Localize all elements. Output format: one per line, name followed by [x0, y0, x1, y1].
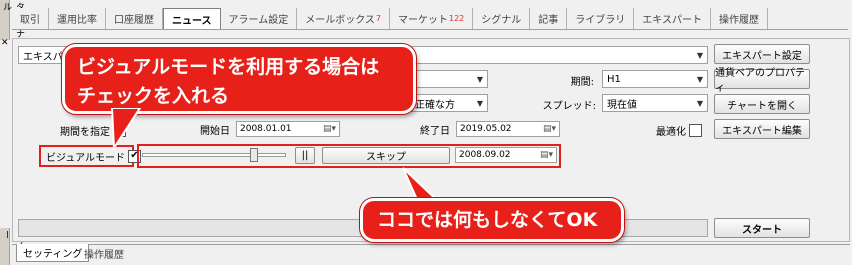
callout-ok-text: ココでは何もしなくてOK	[377, 209, 598, 231]
close-icon[interactable]: ✕	[1, 38, 9, 48]
tab-exposure[interactable]: 運用比率	[49, 8, 106, 29]
tab-experts[interactable]: エキスパート	[634, 8, 711, 29]
optimization-checkbox[interactable]	[689, 123, 702, 137]
spread-label: スプレッド:	[542, 100, 596, 112]
optimization-row: 最適化	[656, 123, 702, 138]
slider-thumb[interactable]	[250, 148, 258, 162]
callout-ok: ココでは何もしなくてOK	[360, 198, 624, 242]
end-date-label: 終了日	[420, 125, 450, 137]
symbol-properties-button[interactable]: 通貨ペアのプロパティ	[714, 68, 810, 94]
chevron-down-icon: ▼	[476, 74, 483, 84]
bottom-tab-bar	[12, 244, 850, 265]
slider-track	[142, 153, 286, 157]
terminal-side-strip: ターミナル	[0, 0, 24, 40]
callout-visual-mode-line1: ビジュアルモードを利用する場合は	[77, 56, 380, 78]
expert-edit-button[interactable]: エキスパート編集	[714, 119, 810, 139]
period-label: 期間:	[570, 76, 594, 88]
chevron-down-icon: ▼	[696, 50, 703, 60]
tab-articles[interactable]: 記事	[530, 8, 568, 29]
terminal-tab-bar: 取引 運用比率 口座履歴 ニュース アラーム設定 メールボックス 7 マーケット 1…	[12, 8, 848, 30]
market-badge: 122	[449, 14, 465, 23]
speed-slider[interactable]	[142, 148, 286, 162]
tab-alerts[interactable]: アラーム設定	[221, 8, 298, 29]
tab-trade[interactable]: 取引	[12, 8, 49, 29]
tab-signals[interactable]: シグナル	[473, 8, 531, 29]
pause-button[interactable]: ||	[295, 147, 315, 164]
calendar-icon: ▤▾	[542, 124, 556, 134]
chevron-down-icon: ▼	[696, 74, 703, 84]
skip-button[interactable]: スキップ	[322, 147, 450, 164]
calendar-icon: ▤▾	[539, 150, 553, 160]
tester-side-strip: テスター	[0, 228, 24, 265]
skip-date-picker[interactable]: 2008.09.02 ▤▾	[455, 147, 557, 163]
tab-mailbox[interactable]: メールボックス 7	[297, 8, 390, 29]
start-date-label: 開始日	[200, 125, 230, 137]
optimization-label: 最適化	[656, 126, 686, 138]
callout-visual-mode: ビジュアルモードを利用する場合は チェックを入れる	[62, 44, 416, 114]
tab-market[interactable]: マーケット 122	[390, 8, 474, 29]
tab-library[interactable]: ライブラリ	[567, 8, 635, 29]
chevron-down-icon: ▼	[476, 98, 483, 108]
mailbox-badge: 7	[375, 14, 381, 23]
spread-select[interactable]: 現在値 ▼	[602, 94, 708, 112]
tab-history[interactable]: 操作履歴	[78, 244, 130, 262]
period-select[interactable]: H1 ▼	[602, 70, 708, 88]
start-button[interactable]: スタート	[714, 218, 810, 238]
open-chart-button[interactable]: チャートを開く	[714, 94, 810, 114]
chevron-down-icon: ▼	[696, 98, 703, 108]
tab-news[interactable]: ニュース	[163, 8, 221, 29]
end-date-picker[interactable]: 2019.05.02 ▤▾	[456, 121, 560, 137]
callout-visual-mode-pointer	[110, 108, 142, 152]
expert-settings-button[interactable]: エキスパート設定	[714, 44, 810, 64]
calendar-icon: ▤▾	[322, 124, 336, 134]
tab-journal[interactable]: 操作履歴	[711, 8, 768, 29]
callout-visual-mode-line2: チェックを入れる	[77, 85, 230, 107]
start-date-picker[interactable]: 2008.01.01 ▤▾	[236, 121, 340, 137]
tab-account-history[interactable]: 口座履歴	[106, 8, 163, 29]
